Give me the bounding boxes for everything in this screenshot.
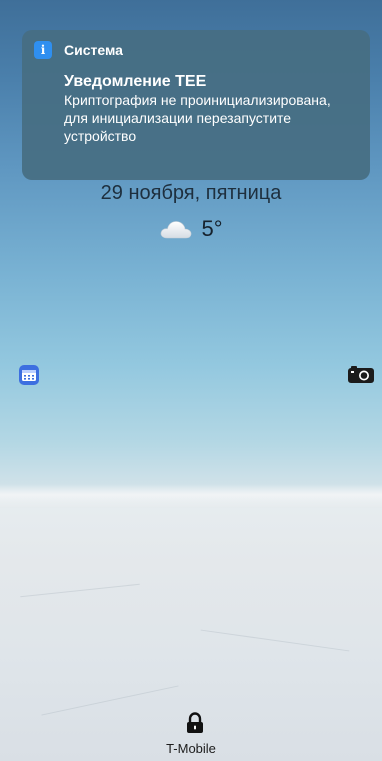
weather-widget[interactable]: 5° xyxy=(0,215,382,243)
notification-title: Уведомление TEE xyxy=(64,73,207,90)
ice-crack xyxy=(41,685,179,716)
lock-screen: i Система Уведомление TEE Криптография н… xyxy=(0,0,382,761)
notification-body: Криптография не проинициализирована, для… xyxy=(64,92,331,144)
lock-icon[interactable] xyxy=(184,712,206,734)
info-icon: i xyxy=(34,41,52,59)
system-notification[interactable]: i Система Уведомление TEE Криптография н… xyxy=(22,30,370,180)
camera-icon[interactable] xyxy=(347,365,375,385)
notification-header: i Система xyxy=(34,40,358,60)
lockscreen-date: 29 ноября, пятница xyxy=(100,182,282,204)
carrier-label: T-Mobile xyxy=(166,741,216,756)
ice-crack xyxy=(200,629,350,652)
cloud-icon xyxy=(161,221,192,239)
calendar-icon[interactable] xyxy=(18,364,40,386)
notification-app-name: Система xyxy=(64,42,123,58)
ice-crack xyxy=(20,583,140,598)
horizon xyxy=(0,484,382,508)
temperature: 5° xyxy=(201,216,223,241)
